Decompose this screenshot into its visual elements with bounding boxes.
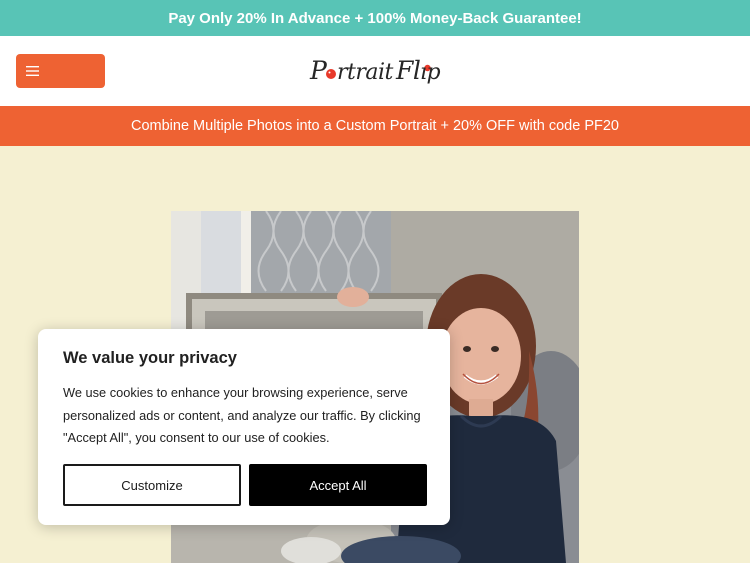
top-banner-text: Pay Only 20% In Advance + 100% Money-Bac… (168, 9, 582, 27)
menu-button[interactable] (16, 54, 105, 88)
svg-text:rtrait: rtrait (337, 60, 394, 85)
site-logo[interactable]: P rtrait Fl ıp (308, 50, 444, 92)
promo-bar[interactable]: Combine Multiple Photos into a Custom Po… (0, 106, 750, 146)
customize-button[interactable]: Customize (63, 464, 241, 506)
cookie-title: We value your privacy (63, 349, 237, 367)
portraitflip-logo: P rtrait Fl ıp (309, 56, 441, 85)
cookie-consent-dialog: We value your privacy We use cookies to … (38, 329, 450, 525)
site-header: P rtrait Fl ıp (0, 36, 750, 106)
accept-all-button[interactable]: Accept All (249, 464, 427, 506)
promo-text: Combine Multiple Photos into a Custom Po… (131, 118, 619, 134)
svg-text:Fl: Fl (395, 56, 420, 85)
top-banner: Pay Only 20% In Advance + 100% Money-Bac… (0, 0, 750, 36)
svg-text:P: P (309, 56, 328, 85)
cookie-body: We use cookies to enhance your browsing … (63, 385, 421, 445)
cookie-actions: Customize Accept All (63, 464, 427, 506)
svg-text:ıp: ıp (420, 60, 441, 85)
hamburger-icon (26, 66, 39, 76)
